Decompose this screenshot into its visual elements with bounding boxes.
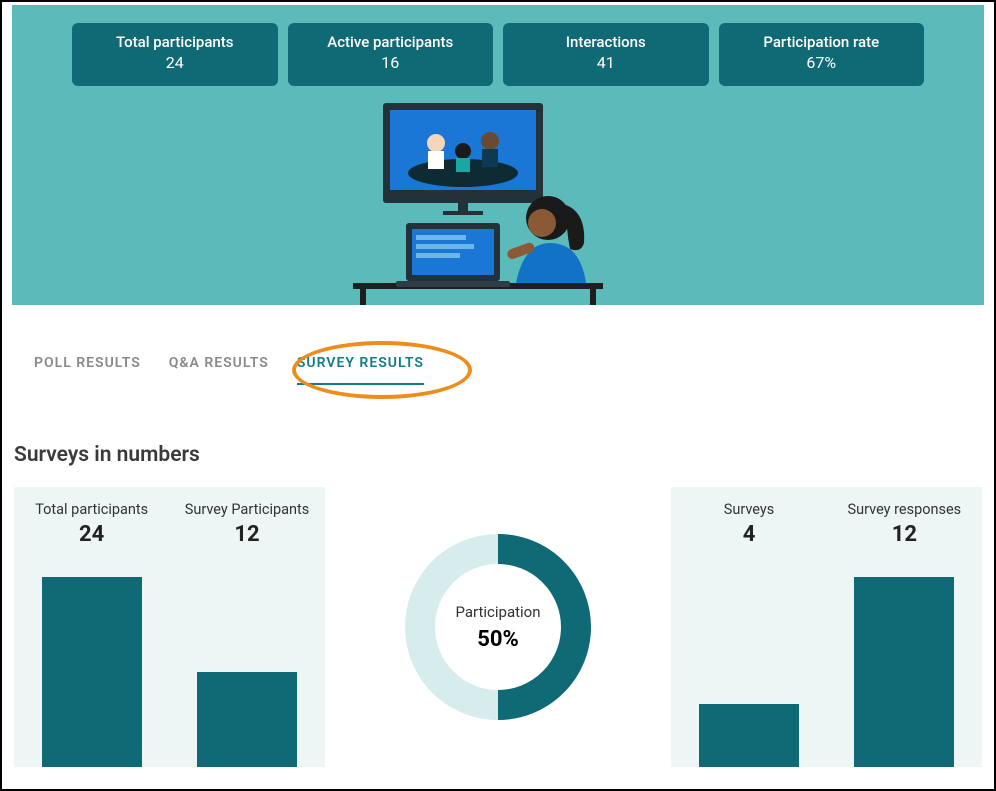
mini-label: Total participants <box>14 501 169 518</box>
app-frame: Total participants 24 Active participant… <box>0 0 996 791</box>
tab-qa-results[interactable]: Q&A RESULTS <box>169 355 269 385</box>
tab-poll-results[interactable]: POLL RESULTS <box>34 355 141 385</box>
stat-value: 24 <box>80 53 270 72</box>
bar-total-participants <box>42 577 142 767</box>
donut-chart: Participation 50% <box>398 527 598 727</box>
bar-surveys <box>699 704 799 767</box>
mini-value: 24 <box>14 522 169 547</box>
tab-survey-results[interactable]: SURVEY RESULTS <box>297 355 424 385</box>
stat-label: Participation rate <box>727 33 917 51</box>
stat-card-total-participants: Total participants 24 <box>72 23 278 86</box>
stat-card-active-participants: Active participants 16 <box>288 23 494 86</box>
mini-value: 4 <box>671 522 826 547</box>
stat-value: 67% <box>727 53 917 72</box>
stat-value: 41 <box>511 53 701 72</box>
mini-value: 12 <box>827 522 982 547</box>
donut-center: Participation 50% <box>398 527 598 727</box>
panel-participants: Total participants 24 Survey Participant… <box>14 487 325 767</box>
mini-label: Survey responses <box>827 501 982 518</box>
mini-label: Surveys <box>671 501 826 518</box>
stat-label: Interactions <box>511 33 701 51</box>
panel-participation-donut: Participation 50% <box>343 487 654 767</box>
surveys-bar-chart <box>671 577 982 767</box>
hero-stats-row: Total participants 24 Active participant… <box>72 23 924 86</box>
donut-label: Participation <box>455 603 540 621</box>
participants-bar-chart <box>14 577 325 767</box>
donut-value: 50% <box>477 627 519 652</box>
survey-panels: Total participants 24 Survey Participant… <box>2 487 994 767</box>
stat-label: Total participants <box>80 33 270 51</box>
mini-value: 12 <box>169 522 324 547</box>
hero-illustration <box>328 95 668 305</box>
mini-label: Survey Participants <box>169 501 324 518</box>
bar-survey-participants <box>197 672 297 767</box>
stat-card-participation-rate: Participation rate 67% <box>719 23 925 86</box>
hero-banner: Total participants 24 Active participant… <box>12 5 984 305</box>
panel-surveys: Surveys 4 Survey responses 12 <box>671 487 982 767</box>
bar-survey-responses <box>854 577 954 767</box>
stat-card-interactions: Interactions 41 <box>503 23 709 86</box>
stat-label: Active participants <box>296 33 486 51</box>
section-title-surveys: Surveys in numbers <box>14 443 994 467</box>
stat-value: 16 <box>296 53 486 72</box>
tabs-row: POLL RESULTS Q&A RESULTS SURVEY RESULTS <box>2 305 994 385</box>
